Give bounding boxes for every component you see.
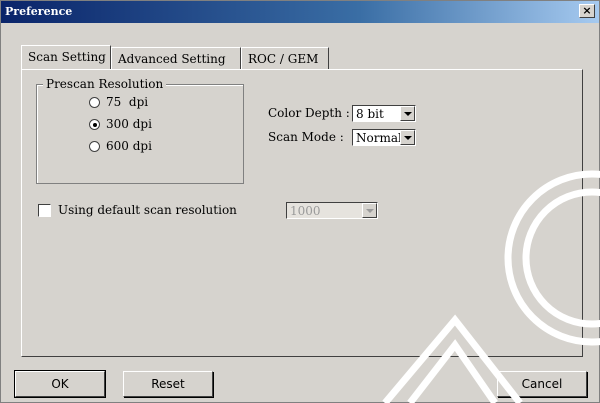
dropdown-arrow-icon[interactable] [400,130,415,145]
color-depth-label: Color Depth : [268,106,350,120]
tab-roc-gem[interactable]: ROC / GEM [241,47,329,69]
radio-checked-icon [89,119,100,130]
tab-label: ROC / GEM [248,52,319,66]
ok-button-label: OK [51,377,69,391]
scan-mode-select[interactable]: Normal [352,129,416,146]
tab-panel-scan-setting: Prescan Resolution 75 dpi 300 dpi 600 dp… [21,69,583,357]
reset-button[interactable]: Reset [123,371,213,397]
ok-button[interactable]: OK [14,370,106,398]
color-depth-select[interactable]: 8 bit [352,105,416,122]
radio-label: 75 dpi [106,95,149,109]
group-label: Prescan Resolution [43,77,167,91]
tab-advanced-setting[interactable]: Advanced Setting [111,47,241,69]
dropdown-arrow-icon[interactable] [362,203,377,218]
close-icon: × [582,4,592,17]
radio-75-dpi[interactable]: 75 dpi [89,95,148,111]
reset-button-label: Reset [151,377,185,391]
default-resolution-value: 1000 [290,204,321,218]
window-title: Preference [5,5,73,18]
scan-mode-label: Scan Mode : [268,130,344,144]
default-resolution-checkbox[interactable] [38,204,51,217]
tab-label: Scan Setting [28,50,106,64]
radio-label: 600 dpi [106,139,152,153]
cancel-button-label: Cancel [521,377,563,391]
radio-icon [89,141,100,152]
tab-label: Advanced Setting [118,52,226,66]
dropdown-arrow-icon[interactable] [400,106,415,121]
prescan-resolution-group: Prescan Resolution 75 dpi 300 dpi 600 dp… [36,77,244,184]
scan-mode-value: Normal [356,131,402,145]
radio-600-dpi[interactable]: 600 dpi [89,139,152,155]
radio-icon [89,97,100,108]
default-resolution-label: Using default scan resolution [58,203,237,217]
preference-dialog: Preference × Scan Setting Advanced Setti… [0,0,600,403]
radio-300-dpi[interactable]: 300 dpi [89,117,152,133]
cancel-button[interactable]: Cancel [497,371,587,397]
title-bar[interactable]: Preference × [1,1,599,23]
default-resolution-select[interactable]: 1000 [286,202,378,219]
tab-scan-setting[interactable]: Scan Setting [21,45,111,69]
color-depth-value: 8 bit [356,107,384,121]
radio-label: 300 dpi [106,117,152,131]
close-button[interactable]: × [579,4,595,18]
